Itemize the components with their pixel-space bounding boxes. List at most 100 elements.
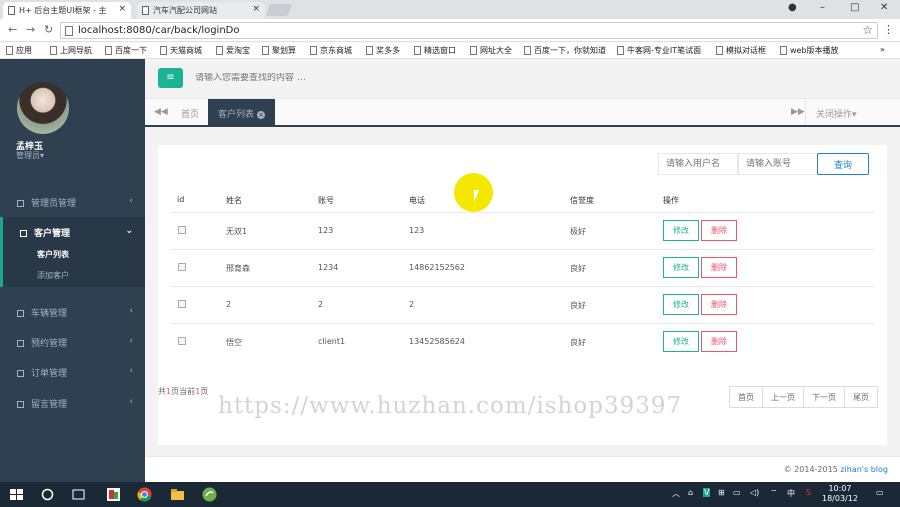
tray-app-icon[interactable]: V xyxy=(703,488,711,497)
column-header-actions: 操作 xyxy=(663,196,679,205)
notification-icon[interactable]: ▭ xyxy=(876,488,884,497)
next-page-button[interactable]: 下一页 xyxy=(804,387,845,407)
edit-button[interactable]: 修改 xyxy=(663,220,699,241)
maximize-icon[interactable]: □ xyxy=(850,2,859,13)
minimize-icon[interactable]: – xyxy=(820,2,825,13)
apps-icon xyxy=(6,46,13,55)
windows-start-icon[interactable] xyxy=(9,487,24,502)
bookmark-item[interactable]: 天猫商城 xyxy=(160,45,202,56)
more-bookmarks-icon[interactable]: » xyxy=(880,45,885,54)
delete-button[interactable]: 删除 xyxy=(701,257,737,278)
user-role-dropdown[interactable]: 管理员▾ xyxy=(16,150,44,161)
bookmark-item[interactable]: web版本播放 xyxy=(780,45,839,56)
bookmark-item[interactable]: 百度一下，你就知道 xyxy=(524,45,606,56)
tabs-scroll-right-icon[interactable]: ▶▶ xyxy=(791,107,805,117)
sidebar-item-vehicles[interactable]: 车辆管理 ‹ xyxy=(0,297,145,327)
bookmark-item[interactable]: 奖多多 xyxy=(366,45,400,56)
delete-button[interactable]: 删除 xyxy=(701,220,737,241)
sidebar-item-label: 客户管理 xyxy=(34,229,71,239)
cell-name: 无双1 xyxy=(226,227,248,236)
row-checkbox[interactable] xyxy=(178,263,186,271)
page-icon xyxy=(142,6,149,15)
sidebar-subitem-customer-list[interactable]: 客户列表 xyxy=(37,249,69,260)
sidebar-item-customers[interactable]: 客户管理 ⌄ xyxy=(0,217,145,287)
first-page-button[interactable]: 首页 xyxy=(730,387,763,407)
sogou-icon[interactable]: S xyxy=(806,488,811,497)
bookmark-item[interactable]: 京东商城 xyxy=(310,45,352,56)
bookmark-item[interactable]: 精选窗口 xyxy=(414,45,456,56)
reload-icon[interactable]: ↻ xyxy=(44,23,53,36)
volume-icon[interactable]: ◁) xyxy=(750,488,759,497)
browser-menu-icon[interactable]: ⋮ xyxy=(883,23,894,36)
last-page-button[interactable]: 尾页 xyxy=(845,387,877,407)
app-icon[interactable] xyxy=(106,487,121,502)
cell-phone: 14862152562 xyxy=(409,263,465,272)
wifi-icon[interactable]: ⌔ xyxy=(770,488,778,498)
bookmark-item[interactable]: 牛客网-专业IT笔试面 xyxy=(617,45,701,56)
forward-icon[interactable]: → xyxy=(26,23,35,36)
bookmark-item[interactable]: 聚划算 xyxy=(262,45,296,56)
cell-account: 2 xyxy=(318,300,324,309)
delete-button[interactable]: 删除 xyxy=(701,294,737,315)
bookmark-item[interactable]: 上网导航 xyxy=(50,45,92,56)
sidebar-item-admin[interactable]: 管理员管理 ‹ xyxy=(0,187,145,217)
input-method-icon[interactable]: 中 xyxy=(787,488,795,499)
sidebar-subitem-add-customer[interactable]: 添加客户 xyxy=(37,270,69,281)
window-close-icon[interactable]: ✕ xyxy=(880,2,888,13)
battery-icon[interactable]: ▭ xyxy=(733,488,741,497)
tab-customer-list[interactable]: 客户列表 × xyxy=(208,99,276,125)
delete-button[interactable]: 删除 xyxy=(701,331,737,352)
browser-tab[interactable]: 汽车汽配公司网站 × xyxy=(137,2,265,19)
edit-button[interactable]: 修改 xyxy=(663,294,699,315)
page-icon xyxy=(50,46,57,55)
bookmark-item[interactable]: 模拟对话框 xyxy=(716,45,766,56)
row-checkbox[interactable] xyxy=(178,300,186,308)
close-operations-dropdown[interactable]: 关闭操作▾ xyxy=(805,99,867,125)
prev-page-button[interactable]: 上一页 xyxy=(763,387,804,407)
bookmark-star-icon[interactable]: ☆ xyxy=(862,23,873,37)
menu-toggle-button[interactable]: ≡ xyxy=(158,68,183,88)
query-button[interactable]: 查询 xyxy=(817,153,869,175)
cortana-icon[interactable] xyxy=(40,487,55,502)
close-tab-icon[interactable]: × xyxy=(252,4,260,14)
edit-button[interactable]: 修改 xyxy=(663,331,699,352)
tray-expand-icon[interactable]: ︿ xyxy=(672,488,680,499)
row-checkbox[interactable] xyxy=(178,337,186,345)
search-input[interactable] xyxy=(195,73,395,83)
back-icon[interactable]: ← xyxy=(8,23,17,36)
tray-network-icon[interactable]: ⌂ xyxy=(688,488,693,497)
browser-tab-active[interactable]: H+ 后台主题UI框架 - 主 × xyxy=(3,2,131,19)
chevron-down-icon: ⌄ xyxy=(125,226,133,236)
bookmark-item[interactable]: 爱淘宝 xyxy=(216,45,250,56)
close-tab-icon[interactable]: × xyxy=(118,4,126,14)
cell-name: 悟空 xyxy=(226,338,242,347)
chevron-left-icon: ‹ xyxy=(129,196,133,206)
sidebar-item-orders[interactable]: 订单管理 ‹ xyxy=(0,357,145,387)
row-checkbox[interactable] xyxy=(178,226,186,234)
bookmark-item[interactable]: 百度一下 xyxy=(105,45,147,56)
tabs-scroll-left-icon[interactable]: ◀◀ xyxy=(154,107,168,117)
footer-brand-link[interactable]: zihan's blog xyxy=(840,465,888,474)
account-filter-input[interactable] xyxy=(738,153,818,175)
bookmark-apps[interactable]: 应用 xyxy=(6,45,32,56)
file-explorer-icon[interactable] xyxy=(170,487,185,502)
new-tab-button[interactable] xyxy=(265,4,293,16)
username-filter-input[interactable] xyxy=(658,153,738,175)
tab-home[interactable]: 首页 xyxy=(171,99,209,125)
clock[interactable]: 10:07 18/03/12 xyxy=(822,484,858,504)
page-icon xyxy=(216,46,223,55)
chrome-icon[interactable] xyxy=(137,487,152,502)
task-view-icon[interactable] xyxy=(71,487,86,502)
avatar[interactable] xyxy=(17,82,69,134)
close-tab-icon[interactable]: × xyxy=(257,111,266,119)
profile-icon[interactable]: ● xyxy=(788,2,797,13)
chevron-left-icon: ‹ xyxy=(129,306,133,316)
edit-button[interactable]: 修改 xyxy=(663,257,699,278)
url-input[interactable]: localhost:8080/car/back/loginDo ☆ xyxy=(60,22,878,39)
sidebar-item-reservations[interactable]: 预约管理 ‹ xyxy=(0,327,145,357)
tray-app-icon[interactable]: ⊞ xyxy=(718,488,725,497)
sidebar-item-messages[interactable]: 留言管理 ‹ xyxy=(0,388,145,418)
app-green-icon[interactable] xyxy=(202,487,217,502)
page-icon xyxy=(617,46,624,55)
bookmark-item[interactable]: 网址大全 xyxy=(470,45,512,56)
